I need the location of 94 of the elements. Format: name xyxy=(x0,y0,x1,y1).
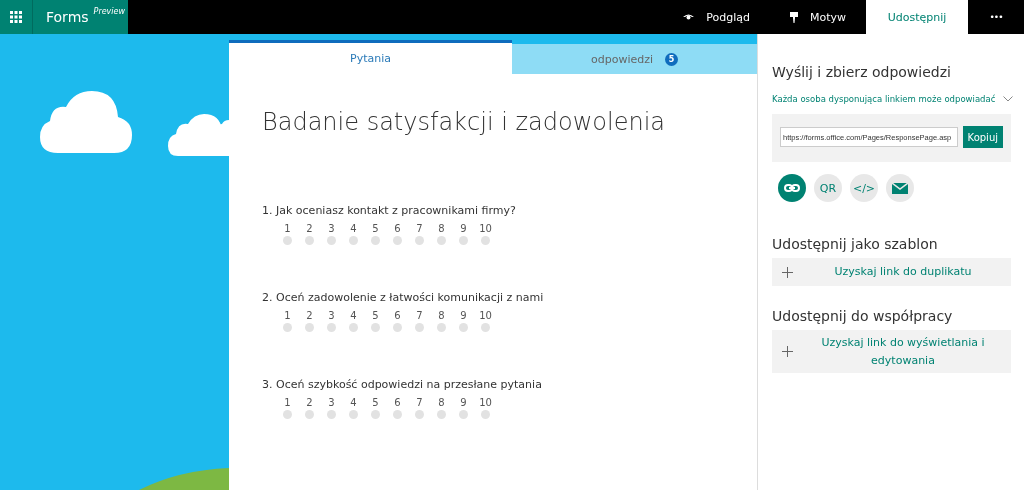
radio-button[interactable] xyxy=(283,323,292,332)
scale-label: 1 xyxy=(284,223,291,234)
scale-label: 1 xyxy=(284,397,291,408)
link-icon xyxy=(784,184,800,192)
radio-button[interactable] xyxy=(481,236,490,245)
grid-icon xyxy=(10,11,22,23)
section-heading: Udostępnij do współpracy xyxy=(772,308,954,324)
scale-label: 9 xyxy=(460,310,467,321)
radio-button[interactable] xyxy=(481,410,490,419)
radio-button[interactable] xyxy=(415,323,424,332)
form-title: Badanie satysfakcji i zadowolenia xyxy=(262,108,667,136)
brush-icon xyxy=(789,11,798,23)
radio-button[interactable] xyxy=(393,410,402,419)
app-name: Forms xyxy=(46,9,89,25)
scale-label: 1 xyxy=(284,310,291,321)
radio-button[interactable] xyxy=(283,236,292,245)
scale-label: 7 xyxy=(416,397,423,408)
radio-button[interactable] xyxy=(371,236,380,245)
radio-button[interactable] xyxy=(459,236,468,245)
get-link-button[interactable]: Uzyskaj link do duplikatu xyxy=(772,258,1011,286)
scale-label: 10 xyxy=(479,397,492,408)
audience-dropdown[interactable]: Każda osoba dysponująca linkiem może odpowiadać xyxy=(772,94,1014,104)
section-heading: Udostępnij jako szablon xyxy=(772,236,939,252)
radio-button[interactable] xyxy=(327,236,336,245)
copy-button[interactable]: Kopiuj xyxy=(962,126,1003,148)
scale-label: 2 xyxy=(306,310,313,321)
scale-label: 8 xyxy=(438,223,445,234)
scale-label: 3 xyxy=(328,223,335,234)
radio-button[interactable] xyxy=(327,410,336,419)
scale-label: 8 xyxy=(438,310,445,321)
scale-label: 3 xyxy=(328,310,335,321)
scale-label: 2 xyxy=(306,223,313,234)
tab[interactable]: Pytania xyxy=(229,40,512,74)
radio-button[interactable] xyxy=(393,236,402,245)
scale-label: 10 xyxy=(479,223,492,234)
scale-label: 10 xyxy=(479,310,492,321)
radio-button[interactable] xyxy=(349,323,358,332)
radio-button[interactable] xyxy=(327,323,336,332)
scale-label: 9 xyxy=(460,397,467,408)
scale-label: 3 xyxy=(328,397,335,408)
radio-button[interactable] xyxy=(283,410,292,419)
radio-button[interactable] xyxy=(371,323,380,332)
link-button[interactable] xyxy=(778,174,806,202)
preview-label: Preview xyxy=(93,7,126,16)
radio-button[interactable] xyxy=(459,410,468,419)
nav-tab[interactable]: Podgląd xyxy=(663,0,770,34)
share-option-button[interactable]: </> xyxy=(850,174,878,202)
action-label: Uzyskaj link do duplikatu xyxy=(833,264,973,281)
radio-button[interactable] xyxy=(437,410,446,419)
radio-button[interactable] xyxy=(481,323,490,332)
radio-button[interactable] xyxy=(437,236,446,245)
section-heading: Wyślij i zbierz odpowiedzi xyxy=(772,64,952,80)
tab[interactable]: odpowiedzi 5 xyxy=(512,44,757,74)
scale-label: 7 xyxy=(416,310,423,321)
radio-button[interactable] xyxy=(437,323,446,332)
scale-label: 4 xyxy=(350,397,357,408)
radio-button[interactable] xyxy=(349,236,358,245)
nav-tab[interactable]: Motyw xyxy=(769,0,866,34)
count-badge: 5 xyxy=(665,52,679,66)
scale-label: 6 xyxy=(394,310,401,321)
radio-button[interactable] xyxy=(305,236,314,245)
question-text: 3. Oceń szybkość odpowiedzi na przesłane pytania xyxy=(262,378,543,391)
scale-label: 4 xyxy=(350,223,357,234)
radio-button[interactable] xyxy=(415,410,424,419)
scale-label: 5 xyxy=(372,310,379,321)
radio-button[interactable] xyxy=(371,410,380,419)
scale-label: 6 xyxy=(394,223,401,234)
share-option-button[interactable]: QR xyxy=(814,174,842,202)
plus-icon xyxy=(782,266,793,278)
question-text: 1. Jak oceniasz kontakt z pracownikami firmy? xyxy=(262,204,517,217)
nav-tab[interactable]: Udostępnij xyxy=(866,0,968,34)
app-launcher-button[interactable] xyxy=(0,0,33,34)
mail-icon xyxy=(892,182,908,194)
radio-button[interactable] xyxy=(459,323,468,332)
scale-label: 5 xyxy=(372,223,379,234)
scale-label: 8 xyxy=(438,397,445,408)
scale-label: 4 xyxy=(350,310,357,321)
question-text: 2. Oceń zadowolenie z łatwości komunikacji z nami xyxy=(262,291,545,304)
email-button[interactable] xyxy=(886,174,914,202)
action-label: Uzyskaj link do wyświetlania i edytowania xyxy=(820,335,986,369)
scale-label: 6 xyxy=(394,397,401,408)
scale-label: 7 xyxy=(416,223,423,234)
radio-button[interactable] xyxy=(415,236,424,245)
radio-button[interactable] xyxy=(305,323,314,332)
scale-label: 5 xyxy=(372,397,379,408)
eye-icon xyxy=(683,13,695,21)
chevron-down-icon xyxy=(1003,96,1014,102)
plus-icon xyxy=(782,346,793,358)
scale-label: 2 xyxy=(306,397,313,408)
radio-button[interactable] xyxy=(393,323,402,332)
radio-button[interactable] xyxy=(305,410,314,419)
scale-label: 9 xyxy=(460,223,467,234)
get-link-button[interactable]: Uzyskaj link do wyświetlania i edytowania xyxy=(772,330,1011,374)
radio-button[interactable] xyxy=(349,410,358,419)
